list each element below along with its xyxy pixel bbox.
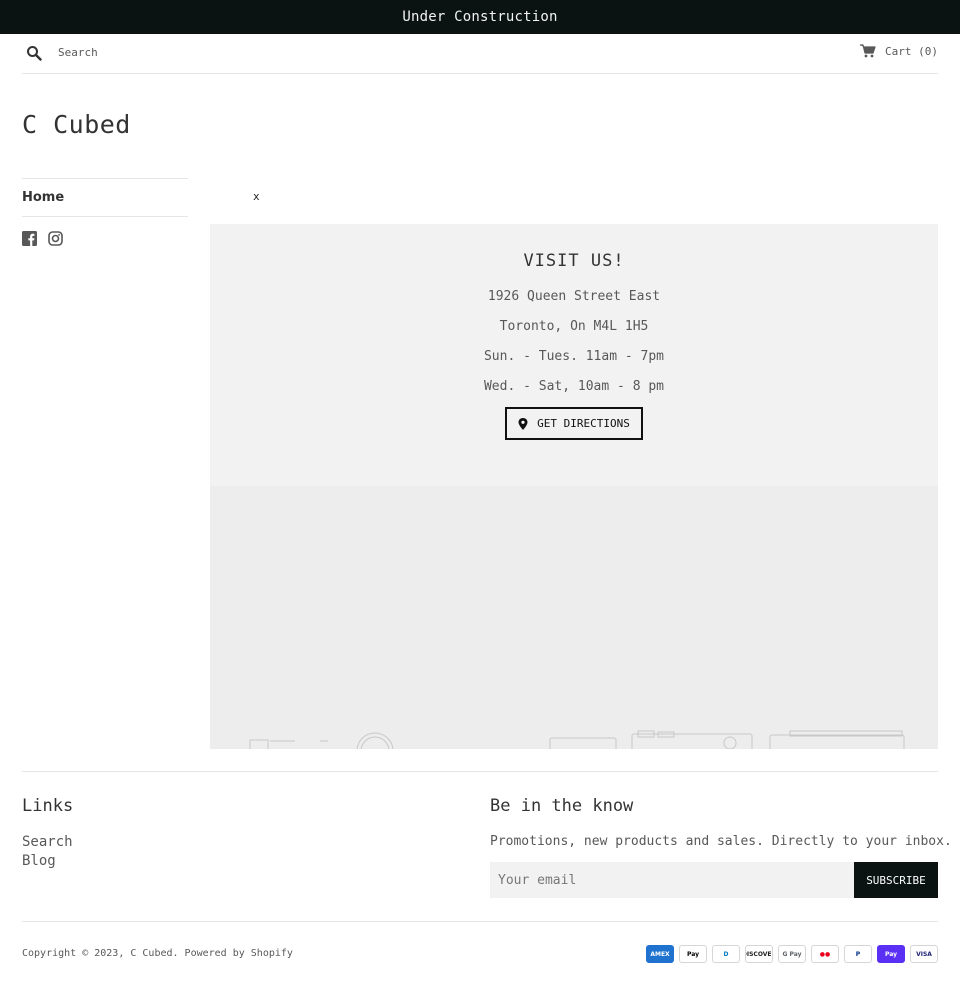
social-links (22, 231, 63, 246)
apple-pay-icon: Pay (679, 945, 707, 963)
map-placeholder (210, 486, 938, 749)
instagram-icon[interactable] (48, 231, 63, 246)
search-input[interactable] (58, 42, 358, 62)
discover-icon: DISCOVER (745, 945, 773, 963)
newsletter-title: Be in the know (490, 796, 634, 816)
google-pay-icon: G Pay (778, 945, 806, 963)
map-pin-icon (518, 417, 528, 430)
hours-line-2: Wed. - Sat, 10am - 8 pm (483, 379, 664, 394)
announcement-text: Under Construction (402, 9, 558, 25)
mastercard-icon: ●● (811, 945, 839, 963)
hours-line-1: Sun. - Tues. 11am - 7pm (483, 349, 664, 364)
paypal-icon: P (844, 945, 872, 963)
announcement-bar: Under Construction (0, 0, 960, 34)
get-directions-button[interactable]: GET DIRECTIONS (505, 407, 643, 440)
site-header: Cart (0) (22, 34, 938, 74)
subscribe-button[interactable]: SUBSCRIBE (854, 862, 938, 898)
store-logo[interactable]: C Cubed (22, 110, 131, 139)
cart-icon (860, 44, 876, 58)
sidebar-nav: Home (22, 178, 188, 217)
copyright-text: Copyright © 2023, C Cubed. Powered by Sh… (22, 948, 293, 959)
sidebar-item-home[interactable]: Home (22, 178, 188, 217)
placeholder-illustration (249, 730, 905, 749)
payment-icons: AMEX Pay D DISCOVER G Pay ●● P Pay VISA (646, 945, 938, 963)
visit-us-section: VISIT US! 1926 Queen Street East Toronto… (210, 224, 938, 486)
address-line-2: Toronto, On M4L 1H5 (499, 319, 649, 334)
broken-image-icon: x (253, 190, 260, 203)
newsletter-text: Promotions, new products and sales. Dire… (490, 834, 952, 849)
shop-pay-icon: Pay (877, 945, 905, 963)
diners-club-icon: D (712, 945, 740, 963)
footer-link-search[interactable]: Search (22, 834, 73, 850)
address-line-1: 1926 Queen Street East (487, 289, 661, 304)
newsletter-email-input[interactable] (490, 862, 854, 898)
visit-title: VISIT US! (523, 251, 625, 271)
cart-link[interactable]: Cart (0) (860, 44, 938, 58)
amex-icon: AMEX (646, 945, 674, 963)
footer-link-blog[interactable]: Blog (22, 853, 56, 869)
footer-divider (22, 771, 938, 772)
search-icon[interactable] (26, 45, 44, 63)
footer-bottom-divider (22, 921, 938, 922)
facebook-icon[interactable] (22, 231, 37, 246)
get-directions-label: GET DIRECTIONS (537, 417, 630, 430)
footer-links-title: Links (22, 796, 74, 816)
cart-label: Cart (0) (885, 44, 938, 58)
visa-icon: VISA (910, 945, 938, 963)
